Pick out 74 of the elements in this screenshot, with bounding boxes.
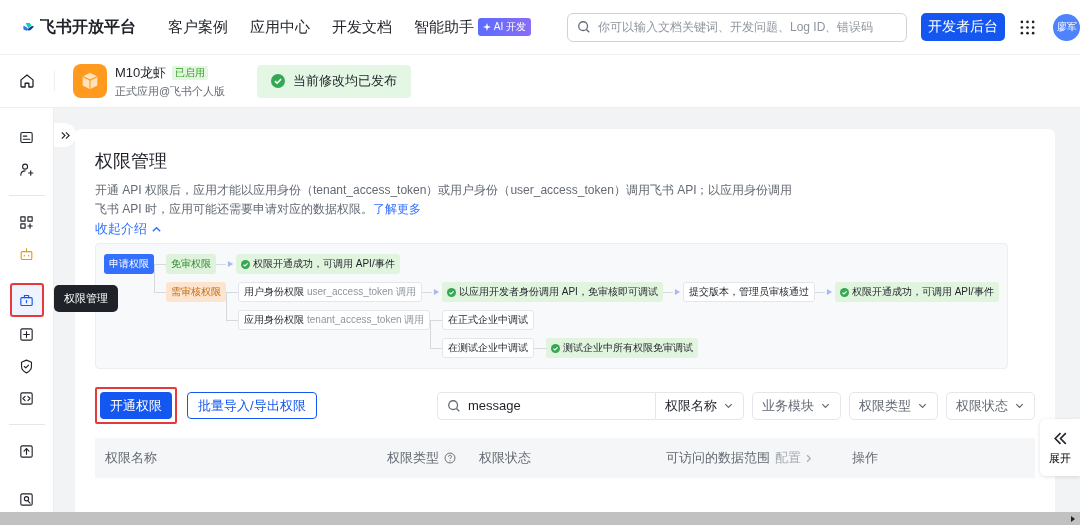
dropdown-label: 业务模块 [762, 396, 814, 415]
nav-link[interactable]: 智能助手 [413, 17, 474, 37]
horizontal-scrollbar[interactable] [0, 512, 1080, 525]
enable-permission-button[interactable]: 开通权限 [100, 392, 172, 419]
sparkle-icon [482, 23, 491, 31]
expand-panel-button[interactable]: 展开 [1040, 419, 1080, 476]
check-icon [839, 287, 849, 297]
step-label: 应用身份权限 [244, 313, 304, 327]
notice-text: 当前修改均已发布 [293, 72, 398, 90]
step-label: 需审核权限 [171, 285, 221, 299]
search-icon [447, 398, 461, 413]
batch-import-export-button[interactable]: 批量导入/导出权限 [187, 392, 317, 419]
check-icon [241, 259, 250, 269]
step-label: 测试企业中所有权限免审调试 [563, 341, 694, 355]
step-label: 权限开通成功，可调用 API/事件 [851, 285, 994, 299]
search-icon [577, 19, 591, 34]
expand-label: 展开 [1049, 450, 1071, 466]
filter-dropdown[interactable]: 权限类型 [849, 391, 938, 420]
column-header: 权限类型 [387, 449, 439, 467]
check-icon [271, 74, 286, 88]
column-header: 操作 [852, 449, 878, 467]
chevron-up-icon [151, 224, 162, 235]
step-label: 在测试企业中调试 [448, 341, 529, 355]
nav-link[interactable]: 应用中心 [249, 17, 310, 37]
badge-label: AI 开发 [493, 20, 526, 34]
search-field[interactable]: message [437, 391, 655, 420]
dropdown-label: 权限状态 [956, 396, 1008, 415]
collapse-sidebar-button[interactable] [54, 123, 76, 147]
status-tag: 已启用 [172, 65, 209, 80]
check-icon [551, 343, 561, 353]
code-icon [18, 389, 35, 407]
user-avatar[interactable]: 廖军 [1053, 13, 1080, 41]
shield-icon [18, 357, 35, 375]
ai-badge[interactable]: AI 开发 [477, 18, 531, 36]
page-title: 权限管理 [95, 150, 168, 173]
tooltip: 权限管理 [53, 285, 118, 312]
column-header: 权限状态 [479, 449, 531, 467]
help-icon[interactable] [444, 452, 456, 464]
step-label: 权限开通成功，可调用 API/事件 [253, 257, 395, 271]
document-search-icon [18, 490, 35, 508]
app-name: M10龙虾 [115, 63, 167, 82]
nav-link[interactable]: 客户案例 [167, 17, 228, 37]
step-label: 在正式企业中调试 [448, 313, 529, 327]
step-label: 用户身份权限 [244, 285, 304, 299]
upload-icon [18, 442, 35, 460]
step-label: 以应用开发者身份调用 API，免审核即可调试 [458, 285, 658, 299]
home-icon[interactable] [18, 72, 36, 90]
column-header: 权限名称 [105, 449, 157, 467]
description: 开通 API 权限后，应用才能以应用身份（tenant_access_token）或用户身份（user_access_token）调用飞书 API；以应用身份调用飞书 API 时，应用可能还需要申请对应的数据权限。了解更多 [95, 182, 794, 218]
search-scope-dropdown[interactable]: 权限名称 [655, 391, 744, 420]
collapse-intro-link[interactable]: 收起介绍 [95, 221, 162, 238]
dropdown-label: 权限名称 [665, 396, 717, 415]
step-label: 免审权限 [171, 257, 211, 271]
step-label: 申请权限 [109, 257, 149, 271]
app-subtitle: 正式应用@飞书个人版 [115, 83, 226, 99]
developer-console-button[interactable]: 开发者后台 [921, 13, 1005, 41]
nav-link[interactable]: 开发文档 [331, 17, 392, 37]
column-header: 可访问的数据范围 [666, 449, 770, 467]
learn-more-link[interactable]: 了解更多 [373, 202, 421, 216]
logo-text: 飞书开放平台 [39, 16, 136, 37]
robot-icon [18, 245, 35, 263]
dropdown-label: 权限类型 [859, 396, 911, 415]
step-note: tenant_access_token 调用 [307, 313, 425, 327]
check-icon [446, 287, 456, 297]
step-label: 提交版本，管理员审核通过 [688, 285, 809, 299]
app-grid-icon[interactable] [1020, 19, 1035, 35]
filter-dropdown[interactable]: 业务模块 [752, 391, 841, 420]
search-field[interactable]: 你可以输入文档关键词、开发问题、Log ID、错误码 [567, 12, 907, 42]
scroll-right-icon[interactable] [1069, 514, 1077, 523]
app-icon [73, 64, 107, 98]
double-chevron-icon [59, 129, 71, 141]
filter-dropdown[interactable]: 权限状态 [946, 391, 1035, 420]
step-note: user_access_token 调用 [307, 285, 416, 299]
apps-icon [18, 213, 35, 231]
